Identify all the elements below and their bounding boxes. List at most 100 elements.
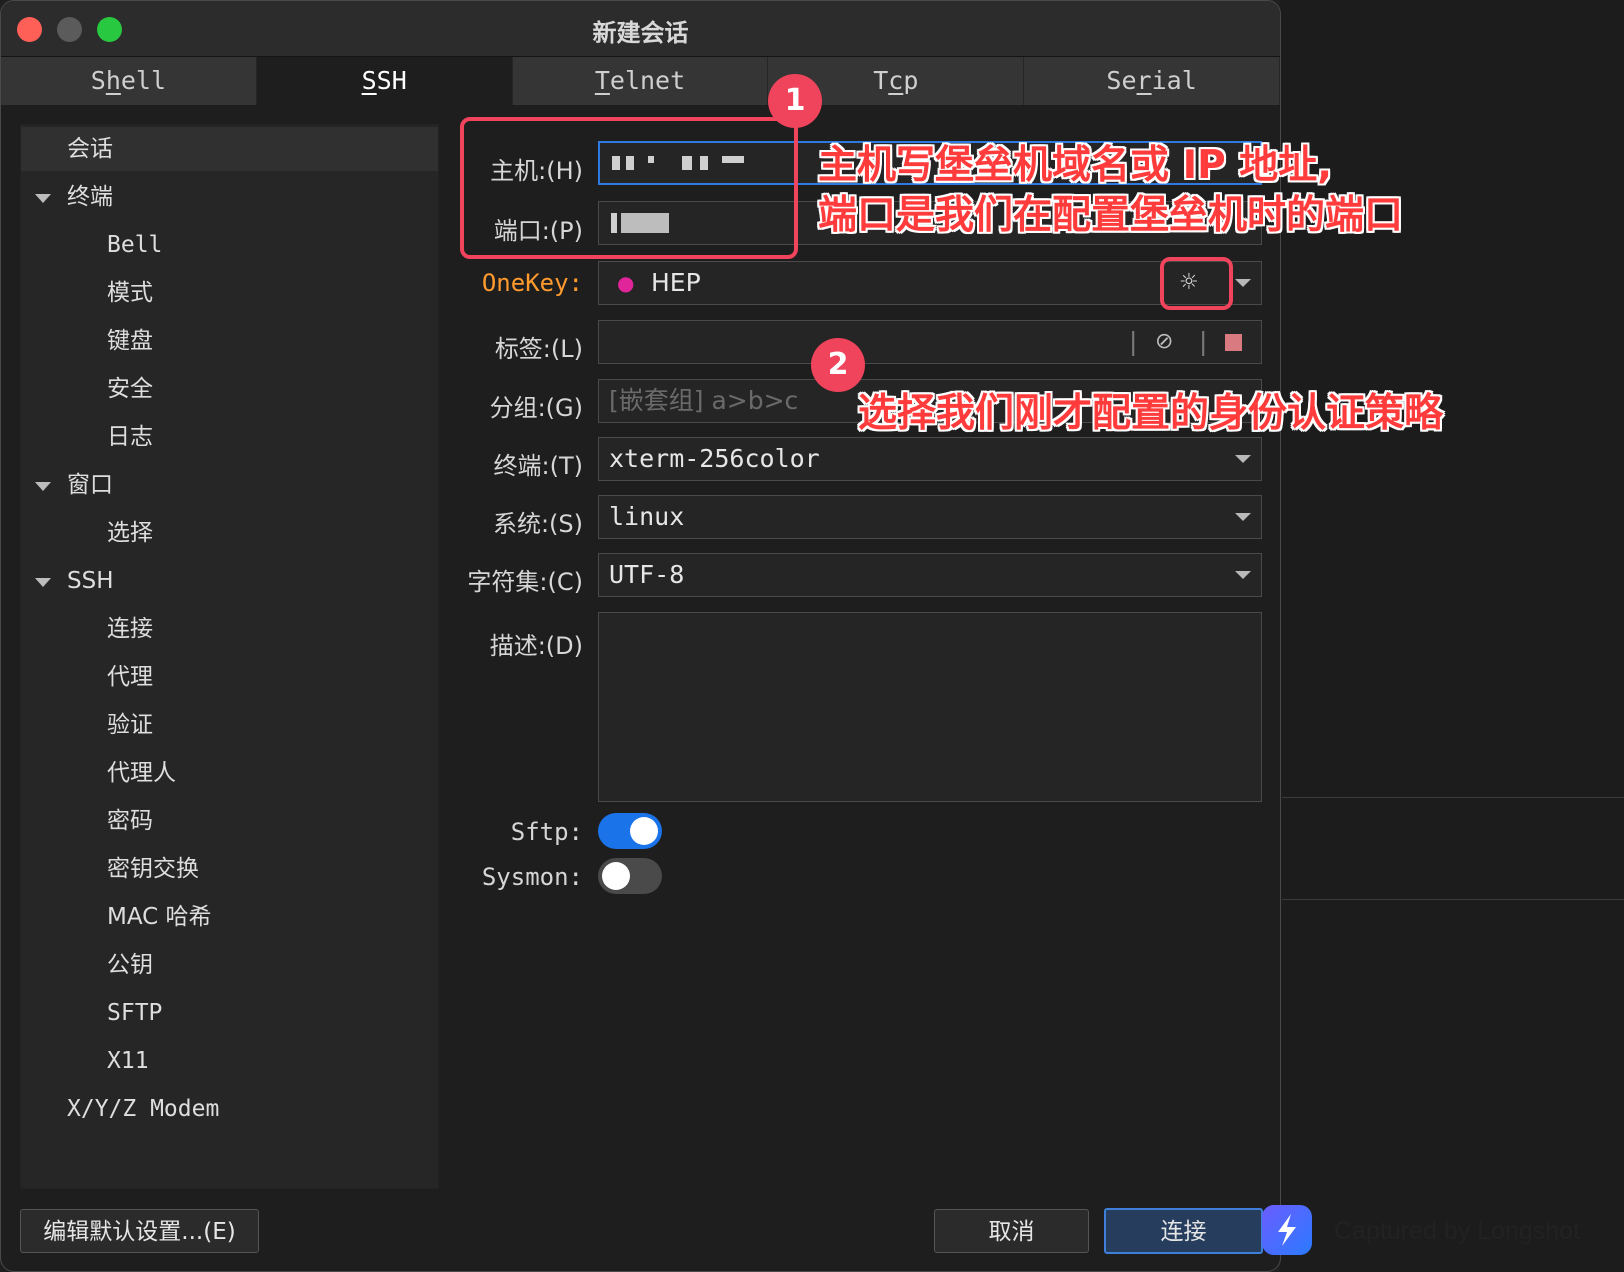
sidebar-item-label: 日志 xyxy=(107,424,153,450)
tab-label-part: S xyxy=(90,66,106,95)
sidebar-item-label: 键盘 xyxy=(107,328,153,354)
sidebar-item-label: MAC 哈希 xyxy=(107,904,212,930)
sidebar-item-ssh[interactable]: SSH xyxy=(21,559,438,603)
sidebar-item-bell[interactable]: Bell xyxy=(21,223,438,267)
group-label: 分组:(G) xyxy=(489,394,583,422)
sidebar-item-x11[interactable]: X11 xyxy=(21,1039,438,1083)
tag-label: 标签:(L) xyxy=(494,335,583,363)
sidebar-item-proxy[interactable]: 代理 xyxy=(21,655,438,699)
annotation-highlight-host-port xyxy=(460,117,798,259)
sidebar-item-auth[interactable]: 验证 xyxy=(21,703,438,747)
sidebar-item-label: SSH xyxy=(67,568,114,594)
chevron-down-icon[interactable] xyxy=(1235,279,1251,287)
sidebar-item-label: 会话 xyxy=(67,136,113,162)
sidebar-item-selection[interactable]: 选择 xyxy=(21,511,438,555)
sidebar-item-label: 窗口 xyxy=(67,472,113,498)
sidebar-item-connection[interactable]: 连接 xyxy=(21,607,438,651)
sidebar-item-label: 验证 xyxy=(107,712,153,738)
sidebar-item-sftp[interactable]: SFTP xyxy=(21,991,438,1035)
tab-mnemonic: c xyxy=(888,66,904,95)
sidebar-item-label: 模式 xyxy=(107,280,153,306)
sidebar-item-label: X/Y/Z Modem xyxy=(67,1096,220,1122)
annotation-note-1a: 主机写堡垒机域名或 IP 地址, xyxy=(818,143,1333,188)
tag-input[interactable]: | ⊘ | xyxy=(598,320,1262,364)
tab-label-part: Se xyxy=(1106,66,1137,95)
sidebar-item-label: 密钥交换 xyxy=(107,856,199,882)
tab-ssh[interactable]: SSH xyxy=(256,57,513,105)
sysmon-label: Sysmon: xyxy=(481,863,583,891)
toggle-knob xyxy=(602,862,630,890)
charset-label: 字符集:(C) xyxy=(467,568,583,596)
tab-label-part: elnet xyxy=(609,66,686,95)
sidebar-item-label: Bell xyxy=(107,232,163,258)
sidebar-item-log[interactable]: 日志 xyxy=(21,415,438,459)
sidebar-item-terminal[interactable]: 终端 xyxy=(21,175,438,219)
charset-select[interactable]: UTF-8 xyxy=(598,553,1262,597)
sidebar-item-mac[interactable]: MAC 哈希 xyxy=(21,895,438,939)
separator: | xyxy=(1129,327,1138,356)
tab-label-part: ell xyxy=(120,66,167,95)
sidebar-item-session[interactable]: 会话 xyxy=(21,127,438,171)
description-textarea[interactable] xyxy=(598,612,1262,802)
edit-defaults-button[interactable]: 编辑默认设置...(E) xyxy=(20,1209,259,1253)
tab-label-part: ial xyxy=(1151,66,1197,95)
tab-label-part: T xyxy=(873,66,889,95)
sidebar-item-mode[interactable]: 模式 xyxy=(21,271,438,315)
onekey-value: HEP xyxy=(651,268,701,297)
sidebar-item-public-key[interactable]: 公钥 xyxy=(21,943,438,987)
sysmon-toggle[interactable] xyxy=(598,858,662,894)
tab-label-part: p xyxy=(903,66,919,95)
terminal-select[interactable]: xterm-256color xyxy=(598,437,1262,481)
sidebar-item-label: 密码 xyxy=(107,808,153,834)
onekey-label: OneKey: xyxy=(481,269,583,297)
toggle-knob xyxy=(630,817,658,845)
collapse-arrow-icon[interactable] xyxy=(35,194,51,203)
sftp-toggle[interactable] xyxy=(598,813,662,849)
settings-sidebar: 会话 终端 Bell 模式 键盘 安全 日志 窗口 选择 SSH 连接 代理 验… xyxy=(20,124,439,1189)
sidebar-item-label: 公钥 xyxy=(107,952,153,978)
tab-shell[interactable]: Shell xyxy=(1,57,257,105)
sidebar-item-agent[interactable]: 代理人 xyxy=(21,751,438,795)
sidebar-item-kex[interactable]: 密钥交换 xyxy=(21,847,438,891)
system-value: linux xyxy=(609,502,685,531)
sftp-label: Sftp: xyxy=(510,818,583,846)
tab-telnet[interactable]: Telnet xyxy=(512,57,769,105)
divider xyxy=(1282,899,1624,900)
sidebar-item-label: 安全 xyxy=(107,376,153,402)
sidebar-item-label: 选择 xyxy=(107,520,153,546)
chevron-down-icon[interactable] xyxy=(1235,513,1251,521)
collapse-arrow-icon[interactable] xyxy=(35,578,51,587)
connect-button[interactable]: 连接 xyxy=(1104,1208,1263,1254)
sidebar-item-label: 终端 xyxy=(67,184,113,210)
annotation-note-2: 选择我们刚才配置的身份认证策略 xyxy=(858,391,1444,436)
sidebar-item-cipher[interactable]: 密码 xyxy=(21,799,438,843)
system-select[interactable]: linux xyxy=(598,495,1262,539)
longshot-logo-icon xyxy=(1262,1205,1312,1255)
tab-serial[interactable]: Serial xyxy=(1024,57,1280,105)
no-color-icon[interactable]: ⊘ xyxy=(1155,321,1173,363)
sidebar-item-window[interactable]: 窗口 xyxy=(21,463,438,507)
separator: | xyxy=(1199,327,1208,356)
tab-mnemonic: h xyxy=(105,66,121,95)
collapse-arrow-icon[interactable] xyxy=(35,482,51,491)
status-dot-icon: ● xyxy=(617,271,635,295)
terminal-label: 终端:(T) xyxy=(493,452,583,480)
sidebar-item-label: 代理 xyxy=(107,664,153,690)
charset-value: UTF-8 xyxy=(609,560,685,589)
chevron-down-icon[interactable] xyxy=(1235,571,1251,579)
chevron-down-icon[interactable] xyxy=(1235,455,1251,463)
sidebar-item-label: X11 xyxy=(107,1048,149,1074)
cancel-button[interactable]: 取消 xyxy=(934,1209,1089,1253)
color-swatch-icon[interactable] xyxy=(1225,334,1242,351)
sidebar-item-security[interactable]: 安全 xyxy=(21,367,438,411)
window-title: 新建会话 xyxy=(592,19,689,47)
session-type-tabs: Shell SSH Telnet Tcp Serial xyxy=(1,57,1280,105)
system-label: 系统:(S) xyxy=(492,510,583,538)
description-label: 描述:(D) xyxy=(489,632,583,660)
tab-mnemonic: S xyxy=(361,66,377,95)
titlebar: 新建会话 xyxy=(1,1,1280,57)
sidebar-item-keyboard[interactable]: 键盘 xyxy=(21,319,438,363)
annotation-note-1b: 端口是我们在配置堡垒机时的端口 xyxy=(818,193,1404,238)
terminal-value: xterm-256color xyxy=(609,444,820,473)
sidebar-item-xyz-modem[interactable]: X/Y/Z Modem xyxy=(21,1087,438,1131)
